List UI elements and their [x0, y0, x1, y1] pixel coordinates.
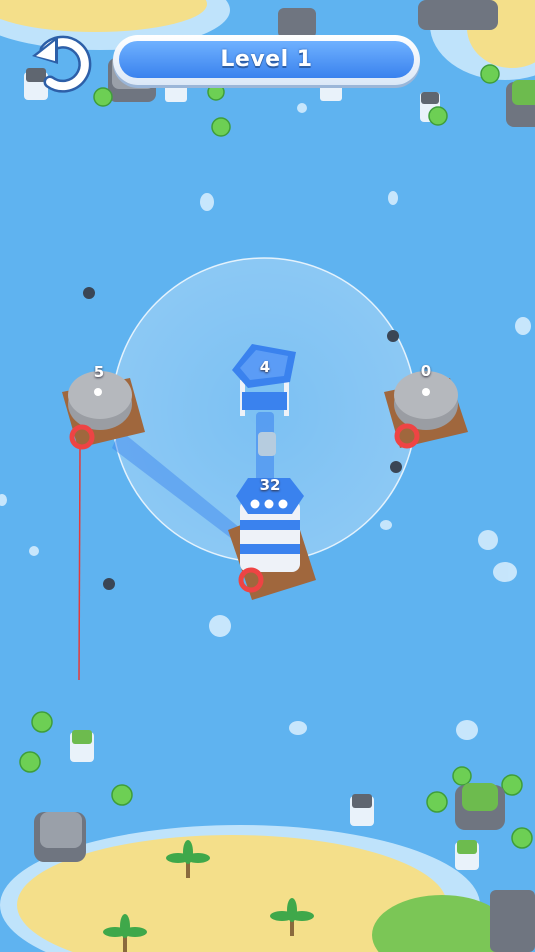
- level-banner-inner: Level 1: [119, 41, 414, 78]
- restart-arrow-icon: [32, 35, 92, 93]
- right-tower-count: 0: [420, 362, 432, 380]
- left-tower-count: 5: [93, 363, 105, 381]
- level-label: Level 1: [220, 47, 313, 72]
- watchtower-count: 4: [259, 358, 271, 376]
- main-tower-count: 32: [259, 476, 281, 494]
- player-main-tower[interactable]: [228, 478, 316, 600]
- aim-line: [78, 447, 81, 681]
- level-banner: Level 1: [113, 35, 420, 85]
- restart-button[interactable]: [28, 30, 98, 96]
